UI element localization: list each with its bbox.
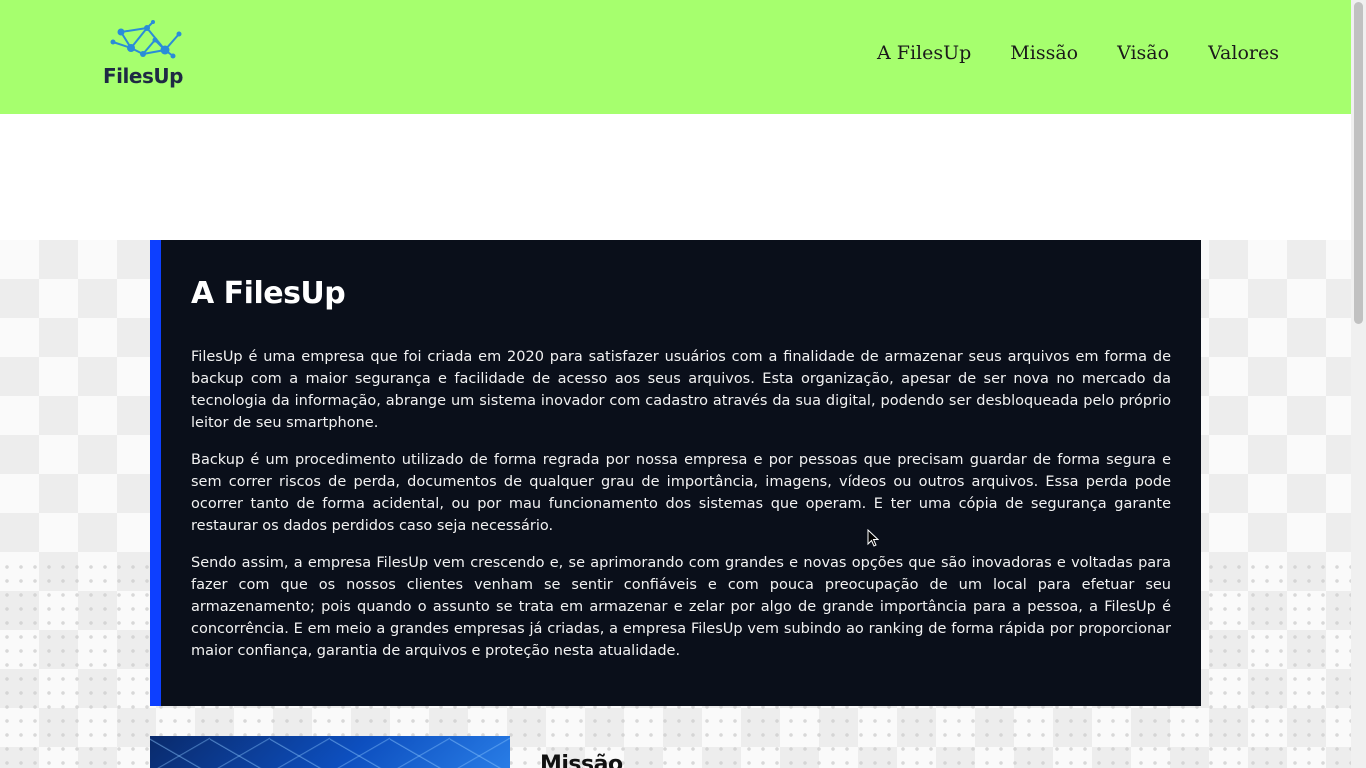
vertical-scrollbar[interactable] (1351, 0, 1366, 768)
about-body: FilesUp é uma empresa que foi criada em … (191, 346, 1171, 677)
mouse-cursor-icon (867, 529, 879, 547)
nav-link-missao[interactable]: Missão (1010, 42, 1078, 64)
logo[interactable]: FilesUp (103, 20, 189, 90)
nav-link-valores[interactable]: Valores (1208, 42, 1279, 64)
about-paragraph: FilesUp é uma empresa que foi criada em … (191, 349, 1171, 431)
site-header: FilesUp A FilesUp Missão Visão Valores (0, 0, 1351, 114)
about-paragraph: Backup é um procedimento utilizado de fo… (191, 452, 1171, 534)
nav-link-visao[interactable]: Visão (1117, 42, 1169, 64)
missao-title: Missão (540, 752, 623, 768)
nav-link-a-filesup[interactable]: A FilesUp (877, 42, 971, 64)
scrollbar-thumb[interactable] (1354, 2, 1363, 324)
main-nav: A FilesUp Missão Visão Valores (877, 42, 1279, 64)
missao-image (150, 736, 510, 768)
logo-text: FilesUp (103, 64, 183, 88)
about-card: A FilesUp FilesUp é uma empresa que foi … (150, 240, 1201, 706)
about-title: A FilesUp (191, 276, 346, 311)
about-paragraph: Sendo assim, a empresa FilesUp vem cresc… (191, 555, 1171, 659)
network-logo-icon (110, 20, 182, 59)
